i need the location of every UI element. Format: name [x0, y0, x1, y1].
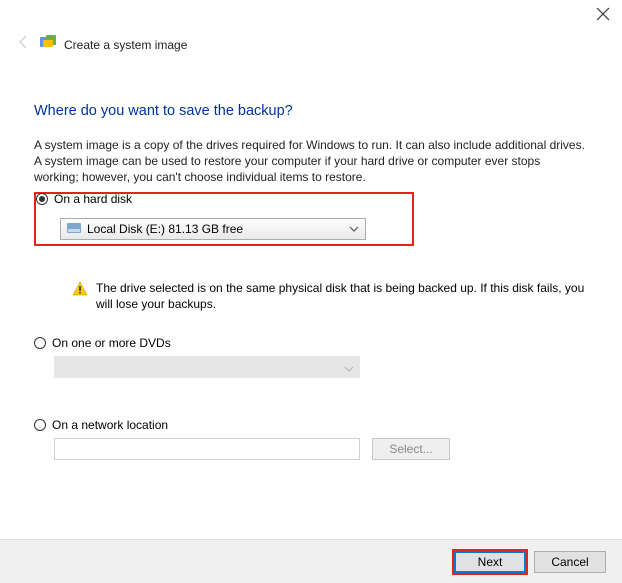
header: Create a system image: [0, 32, 622, 55]
radio-icon: [34, 419, 46, 431]
app-icon: [40, 34, 56, 55]
radio-icon: [34, 337, 46, 349]
radio-dvd[interactable]: On one or more DVDs: [34, 336, 588, 350]
chevron-down-icon: [344, 361, 354, 379]
option-hard-disk: On a hard disk Local Disk (E:) 81.13 GB …: [34, 216, 588, 312]
radio-label: On one or more DVDs: [52, 336, 171, 350]
network-path-input[interactable]: [54, 438, 360, 460]
warning-icon: [72, 280, 88, 312]
hard-disk-combo[interactable]: Local Disk (E:) 81.13 GB free: [60, 218, 366, 240]
radio-hard-disk[interactable]: On a hard disk: [36, 192, 132, 206]
select-button: Select...: [372, 438, 450, 460]
content: Where do you want to save the backup? A …: [0, 55, 622, 460]
footer: Next Cancel: [0, 539, 622, 583]
warning-text: The drive selected is on the same physic…: [96, 280, 588, 312]
radio-label: On a network location: [52, 418, 168, 432]
dvd-combo: [54, 356, 360, 378]
titlebar: [0, 0, 622, 32]
description: A system image is a copy of the drives r…: [34, 137, 588, 186]
page-title: Create a system image: [64, 38, 187, 52]
heading: Where do you want to save the backup?: [34, 103, 588, 119]
cancel-button[interactable]: Cancel: [534, 551, 606, 573]
radio-icon: [36, 193, 48, 205]
back-icon: [16, 34, 32, 55]
option-network: On a network location Select...: [34, 418, 588, 460]
option-dvd: On one or more DVDs: [34, 336, 588, 378]
radio-network[interactable]: On a network location: [34, 418, 588, 432]
close-icon[interactable]: [596, 7, 610, 26]
chevron-down-icon: [349, 223, 359, 237]
next-button[interactable]: Next: [454, 551, 526, 573]
drive-icon: [67, 222, 81, 236]
radio-label: On a hard disk: [54, 192, 132, 206]
warning-row: The drive selected is on the same physic…: [72, 280, 588, 312]
combo-value: Local Disk (E:) 81.13 GB free: [87, 222, 243, 236]
